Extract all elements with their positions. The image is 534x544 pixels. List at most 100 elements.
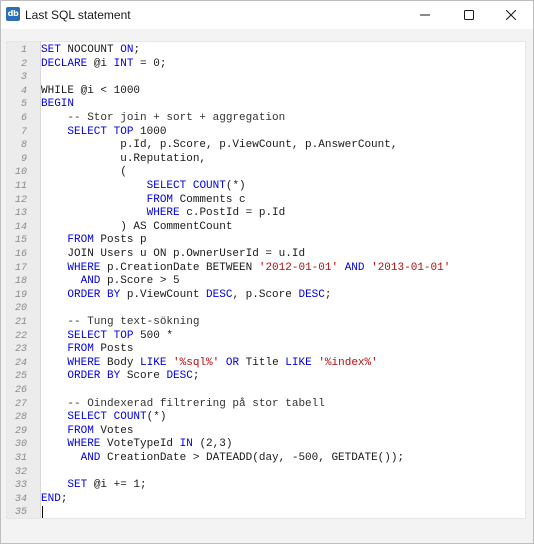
code-line[interactable]: 26 bbox=[7, 384, 525, 398]
code-text: SELECT TOP 500 * bbox=[41, 330, 173, 344]
code-line[interactable]: 17 WHERE p.CreationDate BETWEEN '2012-01… bbox=[7, 262, 525, 276]
sql-keyword: FROM bbox=[67, 343, 94, 356]
line-number: 6 bbox=[20, 113, 27, 124]
code-token: p.Score > 5 bbox=[100, 275, 180, 288]
code-line[interactable]: 27 -- Oindexerad filtrering på stor tabe… bbox=[7, 398, 525, 412]
bottom-strip bbox=[6, 519, 524, 537]
line-number: 19 bbox=[14, 289, 27, 301]
code-line[interactable]: 22 SELECT TOP 500 * bbox=[7, 330, 525, 344]
code-text: -- Tung text-sökning bbox=[41, 316, 199, 330]
sql-keyword: COUNT bbox=[192, 180, 226, 192]
line-number: 31 bbox=[14, 453, 27, 464]
code-line[interactable]: 7 SELECT TOP 1000 bbox=[7, 126, 525, 140]
code-line[interactable]: 34 END; bbox=[7, 493, 525, 507]
sql-keyword: FROM bbox=[146, 193, 174, 206]
line-number: 26 bbox=[14, 385, 27, 396]
code-line[interactable]: 14 ) AS CommentCount bbox=[7, 221, 525, 235]
sql-keyword: SELECT bbox=[146, 180, 187, 192]
sql-keyword: DESC bbox=[298, 288, 325, 301]
sql-keyword: BEGIN bbox=[41, 98, 75, 111]
code-line[interactable]: 4 WHILE @i < 1000 bbox=[7, 85, 525, 99]
code-line[interactable]: 1 SET NOCOUNT ON; bbox=[7, 44, 525, 58]
code-line[interactable]: 25 ORDER BY Score DESC; bbox=[7, 370, 525, 384]
code-line[interactable]: 35 bbox=[7, 506, 525, 519]
code-line[interactable]: 15 FROM Posts p bbox=[7, 234, 525, 248]
code-line[interactable]: 11 SELECT COUNT(*) bbox=[7, 180, 525, 194]
code-token: WHILE @i < 1000 bbox=[41, 84, 141, 97]
code-line[interactable]: 33 SET @i += 1; bbox=[7, 479, 525, 493]
line-number: 12 bbox=[14, 194, 27, 206]
line-number: 22 bbox=[14, 330, 27, 342]
code-line[interactable]: 32 bbox=[7, 466, 525, 480]
code-line[interactable]: 29 FROM Votes bbox=[7, 425, 525, 439]
minimize-button[interactable] bbox=[403, 1, 447, 29]
code-text: ORDER BY Score DESC; bbox=[41, 370, 199, 384]
code-line[interactable]: 8 p.Id, p.Score, p.ViewCount, p.AnswerCo… bbox=[7, 139, 525, 153]
code-line[interactable]: 21 -- Tung text-sökning bbox=[7, 316, 525, 330]
db-app-icon: db bbox=[6, 7, 20, 21]
line-number: 1 bbox=[20, 45, 27, 56]
line-number: 23 bbox=[14, 344, 27, 356]
sql-keyword: ORDER BY bbox=[67, 288, 121, 301]
code-text: p.Id, p.Score, p.ViewCount, p.AnswerCoun… bbox=[41, 139, 397, 153]
code-line[interactable]: 9 u.Reputation, bbox=[7, 153, 525, 167]
sql-editor[interactable]: 1 SET NOCOUNT ON; 2 DECLARE @i INT = 0; 3 4 WH… bbox=[6, 41, 526, 519]
code-text: DECLARE @i INT = 0; bbox=[41, 58, 166, 72]
code-line[interactable]: 2 DECLARE @i INT = 0; bbox=[7, 58, 525, 72]
sql-keyword: INT bbox=[113, 57, 134, 70]
sql-keyword: END bbox=[41, 492, 61, 505]
code-text: ( bbox=[41, 166, 127, 180]
line-number: 34 bbox=[14, 493, 27, 505]
code-token: Title bbox=[239, 356, 286, 369]
code-token: CreationDate > DATEADD(day, -500, GETDAT… bbox=[100, 452, 405, 464]
code-token: u.Reputation, bbox=[41, 152, 207, 165]
code-token: = 0; bbox=[133, 57, 167, 70]
sql-keyword: AND bbox=[344, 261, 365, 274]
code-token: p.Id, p.Score, p.ViewCount, p.AnswerCoun… bbox=[41, 139, 398, 152]
code-line[interactable]: 12 FROM Comments c bbox=[7, 194, 525, 208]
code-text: FROM Posts p bbox=[41, 234, 146, 248]
code-text: BEGIN bbox=[41, 98, 74, 112]
code-token: NOCOUNT bbox=[60, 44, 121, 56]
code-line[interactable]: 10 ( bbox=[7, 166, 525, 180]
sql-keyword: DESC bbox=[206, 288, 233, 301]
code-line[interactable]: 18 AND p.Score > 5 bbox=[7, 275, 525, 289]
code-token: ) AS CommentCount bbox=[41, 220, 233, 233]
code-line[interactable]: 3 bbox=[7, 71, 525, 85]
window-title: Last SQL statement bbox=[25, 8, 131, 22]
line-number: 35 bbox=[14, 507, 27, 519]
code-line[interactable]: 6 -- Stor join + sort + aggregation bbox=[7, 112, 525, 126]
code-line[interactable]: 31 AND CreationDate > DATEADD(day, -500,… bbox=[7, 452, 525, 466]
code-line[interactable]: 19 ORDER BY p.ViewCount DESC, p.Score DE… bbox=[7, 289, 525, 303]
line-number: 21 bbox=[14, 317, 27, 328]
line-number: 4 bbox=[20, 85, 27, 97]
code-line[interactable]: 16 JOIN Users u ON p.OwnerUserId = u.Id bbox=[7, 248, 525, 262]
line-number: 16 bbox=[14, 249, 27, 260]
code-line[interactable]: 23 FROM Posts bbox=[7, 343, 525, 357]
code-line[interactable]: 5 BEGIN bbox=[7, 98, 525, 112]
title-bar[interactable]: db Last SQL statement bbox=[1, 1, 533, 29]
code-text: ) AS CommentCount bbox=[41, 221, 232, 235]
maximize-button[interactable] bbox=[447, 1, 491, 29]
line-number: 5 bbox=[20, 99, 27, 111]
code-line[interactable]: 30 WHERE VoteTypeId IN (2,3) bbox=[7, 438, 525, 452]
code-line[interactable]: 20 bbox=[7, 302, 525, 316]
code-line[interactable]: 24 WHERE Body LIKE '%sql%' OR Title LIKE… bbox=[7, 357, 525, 371]
code-token: VoteTypeId bbox=[100, 438, 180, 451]
line-number: 9 bbox=[20, 153, 27, 165]
code-line[interactable]: 28 SELECT COUNT(*) bbox=[7, 411, 525, 425]
string-literal: '%sql%' bbox=[173, 356, 220, 369]
code-line[interactable]: 13 WHERE c.PostId = p.Id bbox=[7, 207, 525, 221]
code-token: c.PostId = p.Id bbox=[179, 207, 286, 220]
code-text: AND CreationDate > DATEADD(day, -500, GE… bbox=[41, 452, 404, 466]
code-token: Votes bbox=[93, 424, 134, 437]
close-button[interactable] bbox=[489, 1, 533, 29]
code-token: (2,3) bbox=[192, 438, 233, 451]
